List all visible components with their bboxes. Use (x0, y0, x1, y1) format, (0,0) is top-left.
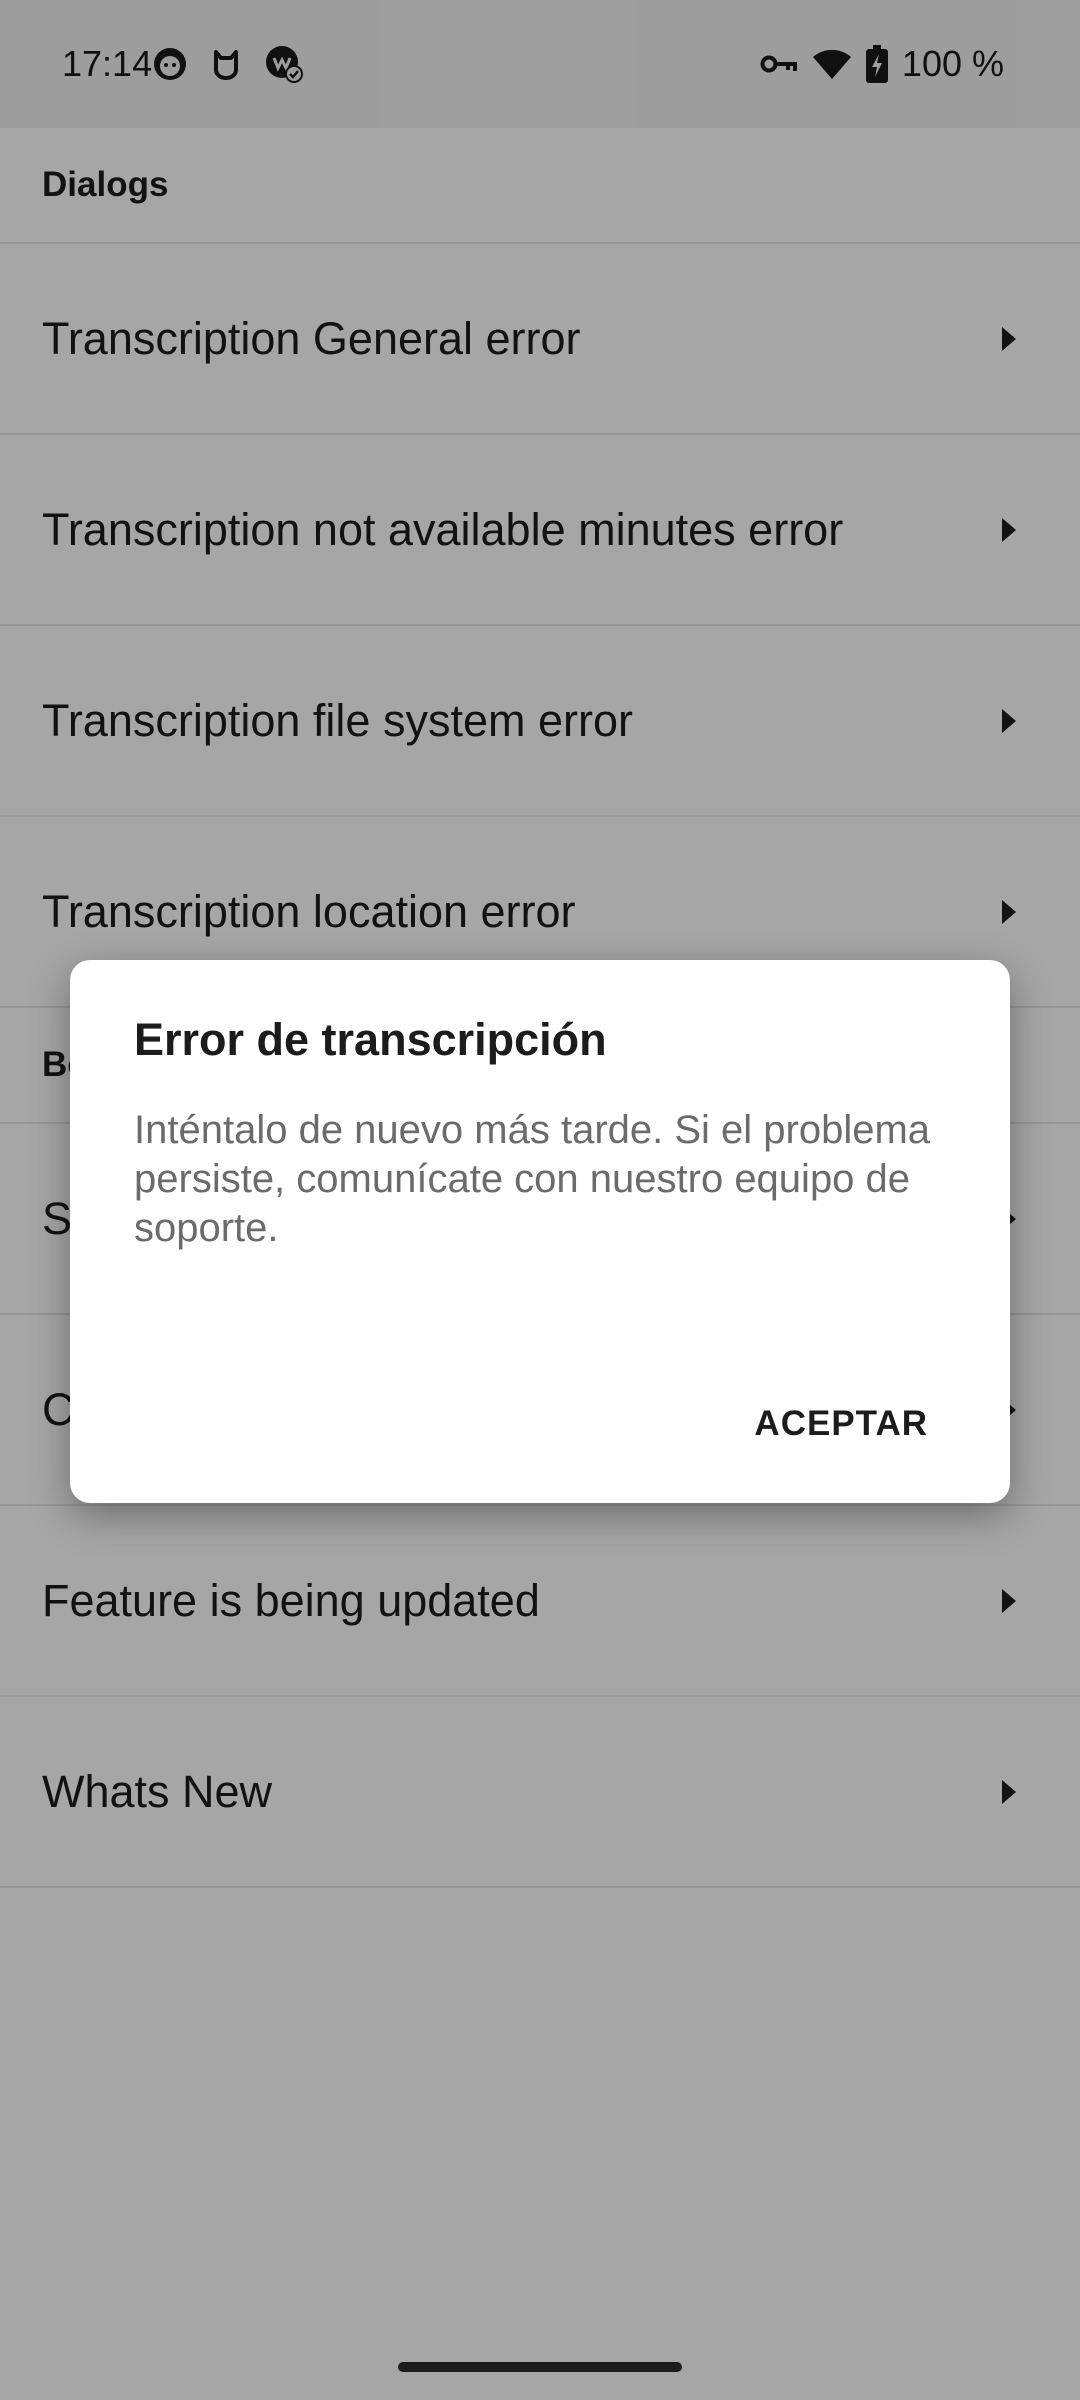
error-dialog: Error de transcripción Inténtalo de nuev… (70, 960, 1010, 1503)
dialog-title: Error de transcripción (134, 1014, 607, 1065)
dialog-message: Inténtalo de nuevo más tarde. Si el prob… (134, 1108, 931, 1250)
accept-button[interactable]: ACEPTAR (742, 1398, 940, 1450)
gesture-nav-handle[interactable] (398, 2362, 682, 2372)
